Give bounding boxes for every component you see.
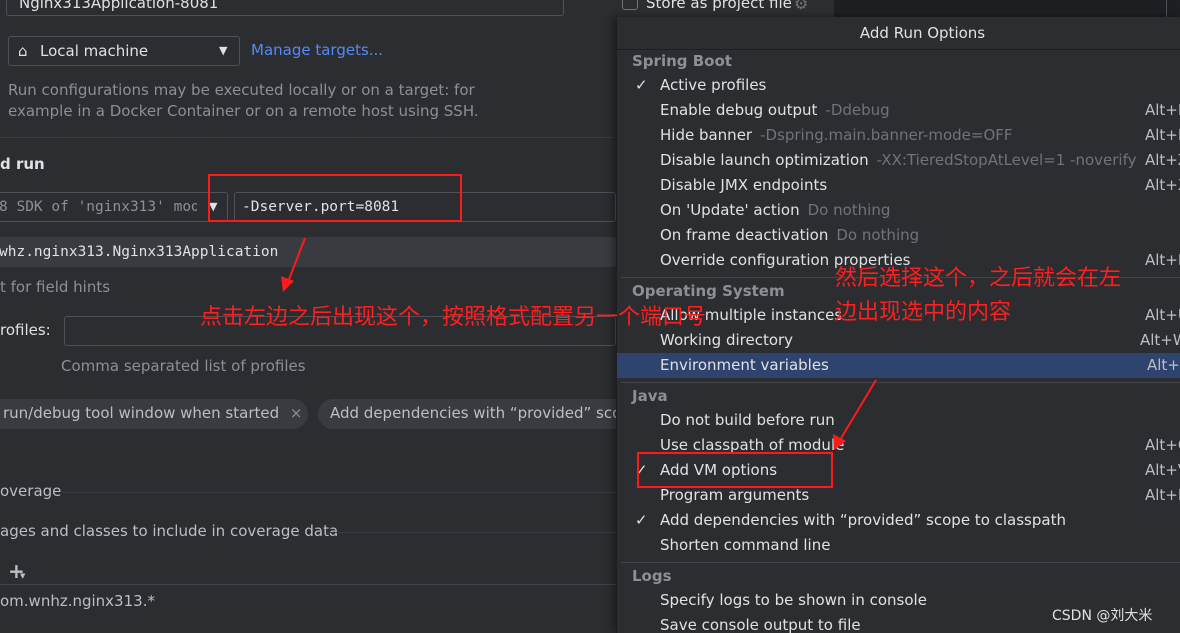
menu-item-label: Active profiles: [660, 76, 767, 94]
menu-item-label: On frame deactivation: [660, 226, 829, 244]
menu-item-shortcut: Alt+W: [1140, 331, 1180, 349]
menu-item-hint: -Dspring.main.banner-mode=OFF: [760, 126, 1013, 144]
menu-item-do-not-build[interactable]: Do not build before run: [617, 408, 1180, 433]
menu-item-working-directory[interactable]: Working directory Alt+W: [617, 328, 1180, 353]
profiles-hint: Comma separated list of profiles: [61, 357, 306, 375]
store-as-project-checkbox[interactable]: [622, 0, 638, 10]
menu-item-shortcut: Alt+Z: [1145, 151, 1180, 169]
option-chip-dependencies[interactable]: Add dependencies with “provided” sco: [318, 399, 618, 429]
profiles-label: rofiles:: [0, 321, 51, 339]
annotation-box-vm-options: [208, 174, 462, 222]
menu-item-label: Working directory: [660, 331, 794, 349]
header-strip-edge: [1166, 0, 1167, 17]
chip-label: run/debug tool window when started: [3, 404, 280, 422]
menu-item-shortcut: Alt+D: [1145, 101, 1180, 119]
menu-item-label: Hide banner: [660, 126, 753, 144]
menu-item-shortcut: Alt+I: [1145, 251, 1180, 269]
menu-item-on-frame-deactivation[interactable]: On frame deactivation Do nothing: [617, 223, 1180, 248]
menu-item-add-provided-dependencies[interactable]: ✓ Add dependencies with “provided” scope…: [617, 508, 1180, 533]
divider: [0, 137, 614, 138]
divider: [0, 584, 616, 585]
header-strip: [834, 0, 1180, 17]
menu-item-shorten-command-line[interactable]: Shorten command line: [617, 533, 1180, 558]
section-build-run: d run: [0, 155, 45, 173]
manage-targets-link[interactable]: Manage targets...: [251, 41, 383, 59]
chevron-down-icon: ▼: [219, 44, 228, 57]
popup-title: Add Run Options: [617, 17, 1180, 50]
menu-item-label: Environment variables: [660, 356, 829, 374]
menu-item-shortcut: Alt+U: [1145, 306, 1180, 324]
sdk-select-value: 8 SDK of 'nginx313' mod: [0, 199, 197, 215]
menu-item-disable-launch-optimization[interactable]: Disable launch optimization -XX:TieredSto…: [617, 148, 1180, 173]
target-select-value: Local machine: [40, 42, 149, 60]
menu-item-shortcut: Alt+O: [1145, 436, 1180, 454]
annotation-right-note-2: 边出现选中的内容: [835, 300, 1012, 325]
check-icon: ✓: [635, 511, 648, 529]
menu-item-label: Add dependencies with “provided” scope t…: [660, 511, 1066, 529]
config-name-field[interactable]: Nginx313Application-8081: [6, 0, 564, 16]
menu-item-shortcut: Alt+V: [1145, 461, 1180, 479]
menu-item-label: Shorten command line: [660, 536, 831, 554]
menu-item-label: Disable launch optimization: [660, 151, 869, 169]
menu-item-enable-debug-output[interactable]: Enable debug output -Ddebug Alt+D: [617, 98, 1180, 123]
menu-item-label: Do not build before run: [660, 411, 835, 429]
annotation-right-note-1: 然后选择这个，之后就会在左: [835, 266, 1122, 291]
coverage-subtitle: ages and classes to include in coverage …: [0, 522, 339, 540]
coverage-pattern-item: om.wnhz.nginx313.*: [0, 592, 155, 610]
menu-item-label: Disable JMX endpoints: [660, 176, 828, 194]
target-select[interactable]: ⌂ Local machine ▼: [8, 36, 240, 66]
menu-item-disable-jmx[interactable]: Disable JMX endpoints Alt+X: [617, 173, 1180, 198]
menu-item-on-update-action[interactable]: On 'Update' action Do nothing: [617, 198, 1180, 223]
section-operating-system: Operating System: [632, 282, 785, 300]
menu-item-environment-variables[interactable]: Environment variables Alt+E: [617, 353, 1180, 378]
menu-item-label: On 'Update' action: [660, 201, 800, 219]
home-icon: ⌂: [18, 42, 28, 60]
menu-item-hide-banner[interactable]: Hide banner -Dspring.main.banner-mode=OFF…: [617, 123, 1180, 148]
menu-item-hint: -XX:TieredStopAtLevel=1 -noverify: [876, 151, 1137, 169]
main-class-field[interactable]: whz.nginx313.Nginx313Application: [0, 237, 616, 267]
annotation-box-add-vm-options: [637, 452, 833, 488]
sdk-select[interactable]: 8 SDK of 'nginx313' mod ▼: [0, 192, 228, 222]
divider: [326, 532, 616, 533]
menu-item-shortcut: Alt+E: [1147, 356, 1180, 374]
divider: [621, 562, 1180, 563]
annotation-arrowhead-left: [281, 276, 294, 292]
option-chip-tool-window[interactable]: run/debug tool window when started ×: [0, 399, 308, 429]
check-icon: ✓: [635, 76, 648, 94]
divider: [62, 492, 616, 493]
menu-item-active-profiles[interactable]: ✓ Active profiles: [617, 73, 1180, 98]
menu-item-hint: Do nothing: [836, 226, 920, 244]
coverage-label: overage: [0, 482, 62, 500]
menu-item-label: Specify logs to be shown in console: [660, 591, 927, 609]
section-java: Java: [632, 387, 668, 405]
menu-item-label: Save console output to file: [660, 616, 861, 633]
gear-icon[interactable]: ⚙: [794, 0, 808, 13]
field-hints-text: t for field hints: [0, 278, 111, 296]
store-as-project-label: Store as project file: [646, 0, 792, 12]
run-help-line-2: example in a Docker Container or on a re…: [8, 102, 479, 120]
close-icon[interactable]: ×: [290, 404, 303, 422]
run-help-line-1: Run configurations may be executed local…: [8, 81, 475, 99]
chip-label: Add dependencies with “provided” sco: [330, 404, 618, 422]
menu-item-shortcut: Alt+R: [1145, 486, 1180, 504]
chevron-down-icon: ▼: [20, 572, 26, 580]
menu-item-shortcut: Alt+X: [1145, 176, 1180, 194]
annotation-left-note: 点击左边之后出现这个，按照格式配置另一个端口号: [200, 305, 707, 330]
menu-item-shortcut: Alt+H: [1145, 126, 1180, 144]
watermark: CSDN @刘大米: [1052, 608, 1153, 624]
section-logs: Logs: [632, 567, 672, 585]
divider: [621, 382, 1180, 383]
main-class-value: whz.nginx313.Nginx313Application: [0, 244, 279, 260]
section-spring-boot: Spring Boot: [632, 52, 732, 70]
menu-item-hint: -Ddebug: [825, 101, 890, 119]
menu-item-hint: Do nothing: [807, 201, 891, 219]
menu-item-label: Enable debug output: [660, 101, 818, 119]
config-name-value: Nginx313Application-8081: [19, 0, 219, 12]
